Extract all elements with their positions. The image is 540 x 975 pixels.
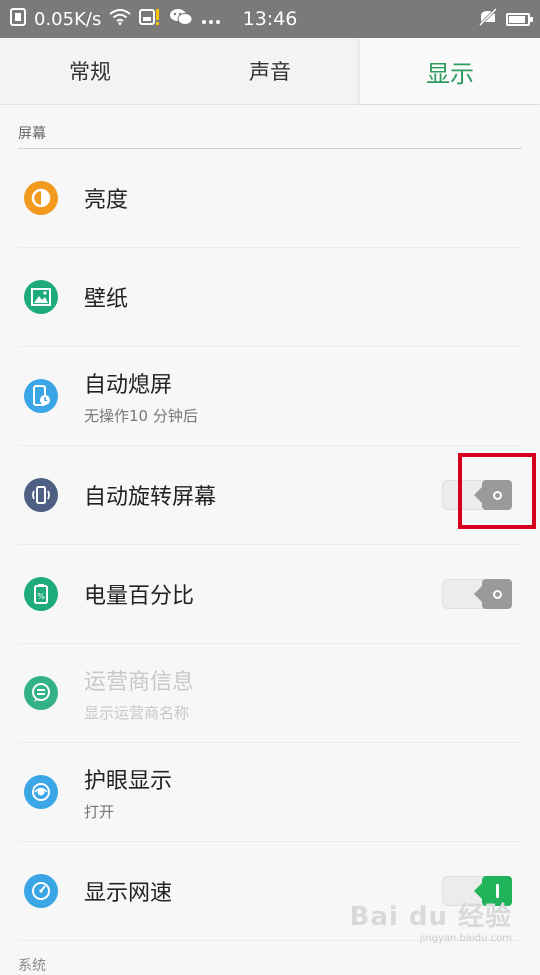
setting-label: 自动熄屏 [84,372,173,398]
wechat-icon [169,8,193,31]
network-speed-icon [24,874,58,908]
network-speed-text: 0.05K/s [34,8,102,30]
rotate-icon [24,478,58,512]
status-bar: 0.05K/s 13:46 [0,0,540,38]
svg-text:%: % [37,592,45,601]
watermark-logo: Bai du 经验 jingyan.baidu.com [350,896,513,944]
carrier-icon [24,676,58,710]
setting-label: 亮度 [84,188,129,213]
setting-subtitle: 无操作10 分钟后 [84,406,198,425]
setting-label: 电量百分比 [84,584,195,609]
sim-alert-icon [139,8,161,31]
watermark-text: Bai du 经验 [349,902,512,932]
setting-screen-timeout[interactable]: 自动熄屏 无操作10 分钟后 [18,347,522,446]
notification-icon [10,7,26,31]
section-header-screen: 屏幕 [18,105,522,149]
brightness-icon [24,181,58,215]
eye-care-icon [24,775,58,809]
setting-texts: 自动旋转屏幕 [84,479,442,511]
setting-auto-rotate[interactable]: 自动旋转屏幕 [18,446,522,545]
tab-general[interactable]: 常规 [0,38,180,104]
mute-icon [478,7,498,31]
toggle-knob [474,579,512,609]
setting-brightness[interactable]: 亮度 [18,149,522,248]
wallpaper-icon [24,280,58,314]
watermark-url: jingyan.baidu.com [419,933,512,944]
setting-texts: 壁纸 [84,281,522,313]
setting-label: 护眼显示 [84,768,173,794]
auto-rotate-toggle[interactable] [442,480,512,510]
toggle-knob [474,480,512,510]
status-right [478,7,533,31]
tab-display[interactable]: 显示 [360,38,540,104]
battery-icon [506,12,533,26]
setting-texts: 电量百分比 [84,578,442,610]
setting-label: 壁纸 [84,287,129,312]
setting-label: 运营商信息 [84,669,195,695]
setting-wallpaper[interactable]: 壁纸 [18,248,522,347]
setting-label: 自动旋转屏幕 [84,485,217,510]
setting-carrier-info: 运营商信息 显示运营商名称 [18,644,522,743]
settings-list: 亮度 壁纸 自动熄屏 无操作10 分钟后 自动旋转屏幕 % 电量百分比 运营商信… [18,149,522,941]
wifi-icon [109,8,131,30]
setting-texts: 自动熄屏 无操作10 分钟后 [84,367,522,426]
setting-eye-care[interactable]: 护眼显示 打开 [18,743,522,842]
status-left: 0.05K/s [10,7,221,31]
setting-texts: 运营商信息 显示运营商名称 [84,664,522,723]
battery-percent-icon: % [24,577,58,611]
setting-subtitle: 打开 [84,802,115,821]
more-icon [201,9,221,30]
setting-subtitle: 显示运营商名称 [84,703,190,722]
setting-texts: 亮度 [84,182,522,214]
battery-percent-toggle[interactable] [442,579,512,609]
screen-timeout-icon [24,379,58,413]
tab-sound[interactable]: 声音 [180,38,360,104]
tab-bar: 常规 声音 显示 [0,38,540,105]
setting-battery-percent[interactable]: % 电量百分比 [18,545,522,644]
setting-texts: 护眼显示 打开 [84,763,522,822]
section-header-system: 系统 [18,958,46,974]
